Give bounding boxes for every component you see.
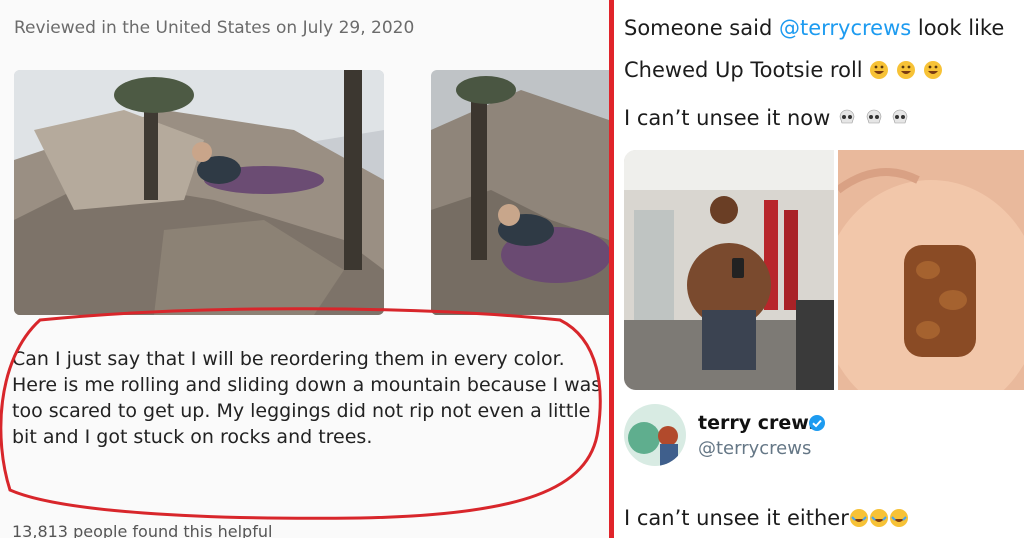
tweet-line-2: Chewed Up Tootsie roll <box>624 58 943 82</box>
tweet-panel: Someone said @terrycrews look like Chewe… <box>614 0 1024 538</box>
review-photo-1[interactable] <box>14 70 384 315</box>
joy-emoji <box>849 506 909 530</box>
review-date: Reviewed in the United States on July 29… <box>14 18 415 38</box>
rofl-emoji <box>869 58 942 82</box>
helpful-count: 13,813 people found this helpful <box>12 522 273 538</box>
tweet-text: Chewed Up Tootsie roll <box>624 58 870 82</box>
tweet-line-3: I can’t unsee it now <box>624 106 910 130</box>
review-text: Can I just say that I will be reordering… <box>12 348 602 448</box>
avatar[interactable] <box>624 404 686 466</box>
tweet-text: look like <box>911 16 1005 40</box>
review-panel: Reviewed in the United States on July 29… <box>0 0 609 538</box>
display-name[interactable]: terry crews <box>698 412 820 434</box>
verified-badge-icon <box>808 414 826 436</box>
tweet-text: I can’t unsee it now <box>624 106 838 130</box>
user-handle[interactable]: @terrycrews <box>698 438 811 459</box>
tweet-text: Someone said <box>624 16 779 40</box>
tweet-photo-tootsie-roll[interactable] <box>838 150 1024 390</box>
tweet-mention-link[interactable]: @terrycrews <box>779 16 911 40</box>
skull-emoji <box>837 106 910 130</box>
tweet-line-1: Someone said @terrycrews look like <box>624 16 1004 40</box>
reply-text: I can’t unsee it either <box>624 506 849 530</box>
reply-line: I can’t unsee it either <box>624 506 909 530</box>
review-photo-2[interactable] <box>431 70 609 315</box>
tweet-photo-gym[interactable] <box>624 150 834 390</box>
